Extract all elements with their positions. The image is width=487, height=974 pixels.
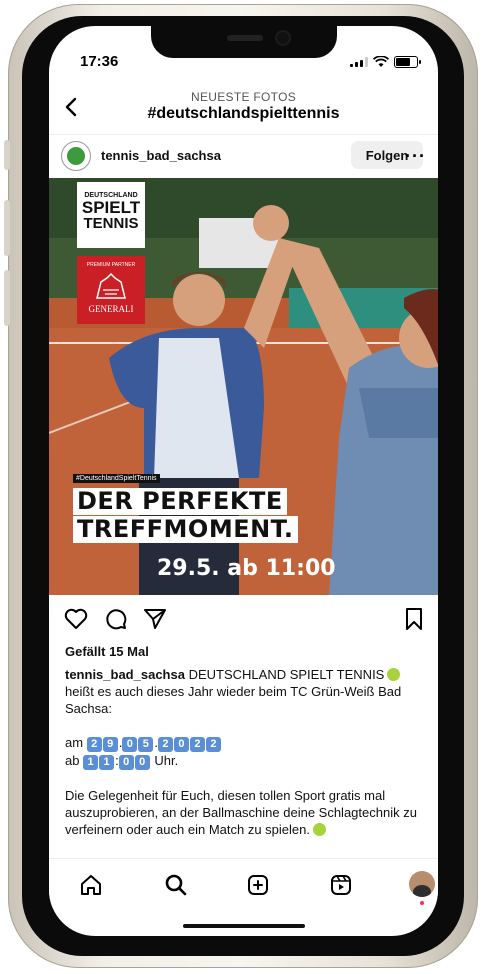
hashtag-title: #deutschlandspielttennis: [147, 105, 340, 122]
digit-emoji: 2: [205, 737, 221, 752]
create-icon[interactable]: [246, 873, 270, 897]
digit-emoji: 0: [173, 737, 189, 752]
caption-body: Die Gelegenheit für Euch, diesen tollen …: [65, 787, 429, 838]
digit-emoji: 1: [99, 755, 115, 770]
reels-icon[interactable]: [329, 873, 353, 897]
search-icon[interactable]: [164, 873, 188, 897]
status-time: 17:36: [80, 53, 119, 70]
share-icon[interactable]: [142, 606, 168, 632]
volume-up-button: [4, 200, 10, 256]
digit-emoji: 0: [118, 755, 134, 770]
digit-emoji: 2: [157, 737, 173, 752]
home-icon[interactable]: [79, 873, 103, 897]
logo-line-2: SPIELT: [81, 198, 141, 217]
post-image[interactable]: DEUTSCHLAND SPIELT TENNIS PREMIUM PARTNE…: [49, 178, 438, 595]
digit-emoji: 2: [86, 737, 102, 752]
header-subtitle: NEUESTE FOTOS: [190, 90, 297, 104]
digit-emoji: 0: [134, 755, 150, 770]
author-username[interactable]: tennis_bad_sachsa: [101, 148, 221, 163]
time-prefix: ab: [65, 753, 80, 768]
image-headline-2: TREFFMOMENT.: [73, 516, 298, 543]
page-header: NEUESTE FOTOS #deutschlandspielttennis: [49, 88, 438, 130]
tennis-ball-icon: [312, 823, 326, 836]
comment-icon[interactable]: [103, 606, 129, 632]
author-avatar[interactable]: [61, 141, 91, 171]
caption-date-line: am 29.05.2022: [65, 734, 429, 752]
digit-emoji: 1: [83, 755, 99, 770]
notch: [151, 26, 337, 58]
post-caption: tennis_bad_sachsa DEUTSCHLAND SPIELT TEN…: [65, 666, 429, 838]
sponsor-name: GENERALI: [88, 304, 134, 314]
sponsor-small-text: PREMIUM PARTNER: [86, 262, 136, 268]
phone-screen: 17:36 NEUESTE FOTOS #deutschlandspieltte…: [49, 26, 438, 936]
caption-text: DEUTSCHLAND SPIELT TENNIS: [188, 667, 385, 682]
image-date: 29.5. ab 11:00: [157, 556, 336, 581]
post-actions: [49, 606, 438, 636]
more-options-icon[interactable]: ···: [405, 146, 426, 167]
notification-dot: [420, 901, 424, 905]
digit-emoji: 9: [102, 737, 118, 752]
date-prefix: am: [65, 735, 84, 750]
lion-icon: [96, 272, 126, 299]
post-header: tennis_bad_sachsa Folgen ···: [49, 134, 438, 177]
digit-emoji: 2: [189, 737, 205, 752]
digit-emoji: 0: [122, 737, 138, 752]
home-indicator: [183, 924, 305, 928]
mute-switch: [4, 140, 10, 170]
generali-logo: PREMIUM PARTNER GENERALI: [77, 256, 145, 324]
caption-body-text: Die Gelegenheit für Euch, diesen tollen …: [65, 788, 417, 837]
caption-username[interactable]: tennis_bad_sachsa: [65, 667, 185, 682]
front-camera: [277, 32, 289, 44]
tennis-ball-icon: [387, 668, 401, 681]
status-icons: [350, 56, 421, 68]
volume-down-button: [4, 270, 10, 326]
image-headline-1: DER PERFEKTE: [73, 488, 287, 515]
speaker: [227, 35, 263, 41]
heart-icon[interactable]: [63, 606, 89, 632]
bottom-nav: [49, 858, 438, 907]
digit-emoji: 5: [138, 737, 154, 752]
deutschland-spielt-tennis-logo: DEUTSCHLAND SPIELT TENNIS: [77, 182, 145, 248]
signal-icon: [350, 57, 368, 67]
caption-time-line: ab 11:00 Uhr.: [65, 752, 429, 770]
image-hashtag: #DeutschlandSpieltTennis: [73, 474, 160, 483]
profile-avatar[interactable]: [409, 871, 435, 897]
logo-line-3: TENNIS: [83, 215, 139, 232]
like-count[interactable]: Gefällt 15 Mal: [65, 644, 149, 659]
time-suffix: Uhr.: [154, 753, 179, 768]
caption-line-2: heißt es auch dieses Jahr wieder beim TC…: [65, 684, 402, 716]
wifi-icon: [373, 56, 389, 67]
bookmark-icon[interactable]: [401, 606, 427, 632]
battery-icon: [394, 56, 421, 68]
caption-first-line: tennis_bad_sachsa DEUTSCHLAND SPIELT TEN…: [65, 666, 429, 683]
